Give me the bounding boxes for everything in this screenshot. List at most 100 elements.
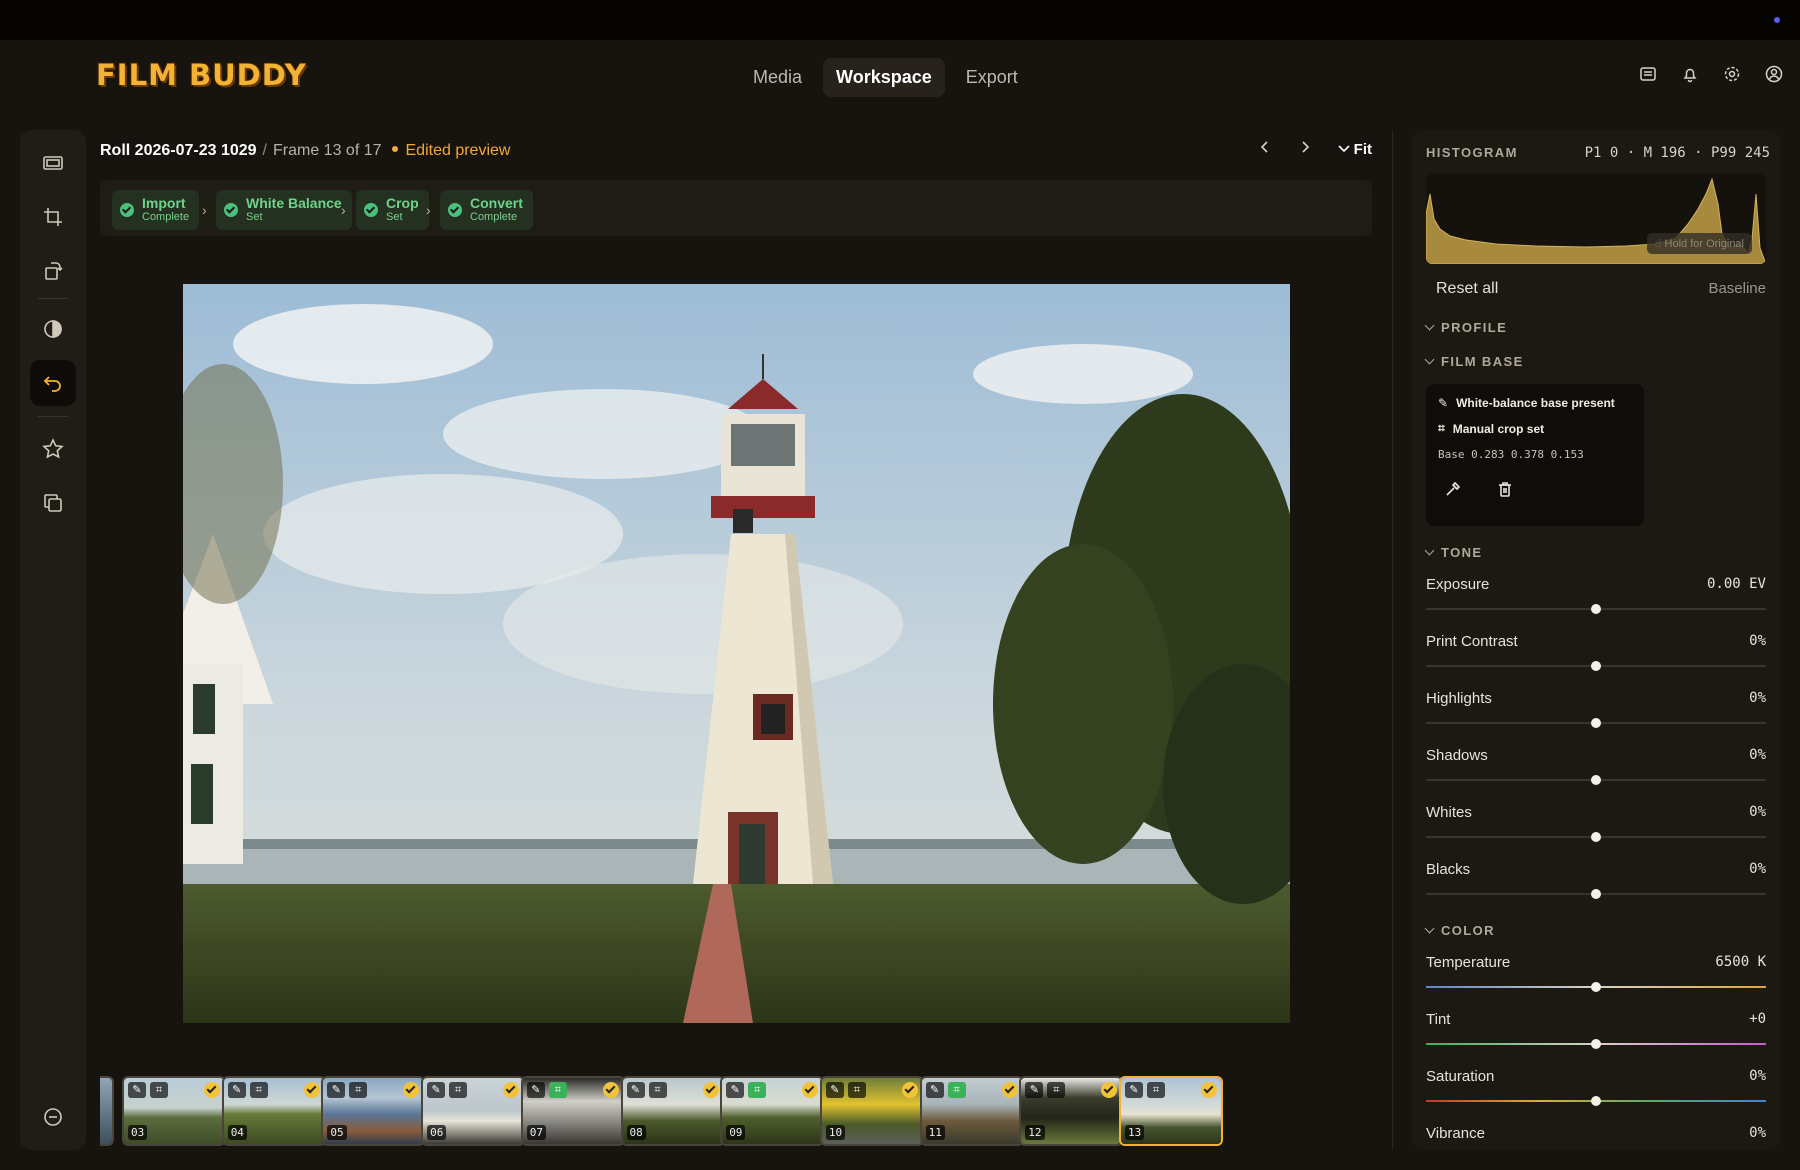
thumbnail-frame[interactable]: ✎ ⌗ 06 — [421, 1076, 526, 1146]
step-import[interactable]: Import Complete — [112, 190, 200, 230]
thumbnail-frame[interactable]: ✎ ⌗ 10 — [819, 1076, 924, 1146]
contrast-tool[interactable] — [30, 306, 76, 352]
check-icon[interactable] — [602, 1082, 619, 1098]
reset-all-button[interactable]: Reset all — [1436, 280, 1498, 298]
thumbnail-frame[interactable]: ✎ ⌗ 08 — [620, 1076, 725, 1146]
check-icon[interactable] — [503, 1082, 520, 1098]
tab-media[interactable]: Media — [740, 58, 815, 97]
thumbnail-frame[interactable]: ✎ ⌗ 13 — [1119, 1076, 1223, 1146]
copy-tool[interactable] — [30, 480, 76, 526]
notes-icon[interactable] — [1638, 64, 1658, 84]
pick-base-button[interactable] — [1444, 480, 1462, 503]
next-frame-button[interactable] — [1298, 140, 1312, 158]
check-icon[interactable] — [1001, 1082, 1018, 1098]
thumbnail-frame[interactable]: ✎ ⌗ 05 — [321, 1076, 426, 1146]
histogram[interactable]: ☝ Hold for Original — [1426, 174, 1766, 264]
check-icon — [224, 203, 238, 217]
breadcrumb: Roll 2026-07-23 1029 / Frame 13 of 17 Edite… — [100, 142, 510, 160]
slider-handle[interactable] — [1591, 832, 1601, 842]
crop-icon: ⌗ — [1438, 421, 1445, 435]
rotate-icon — [45, 262, 63, 280]
step-crop[interactable]: Crop Set — [356, 190, 429, 230]
frame-number: 10 — [825, 1125, 846, 1140]
crop-row: ⌗ Manual crop set — [1438, 421, 1544, 436]
main-nav: Media Workspace Export — [740, 58, 1031, 97]
delete-base-button[interactable] — [1496, 480, 1514, 503]
slider-handle[interactable] — [1591, 982, 1601, 992]
check-icon[interactable] — [702, 1082, 719, 1098]
section-label: TONE — [1441, 545, 1483, 560]
photo-preview[interactable] — [183, 284, 1290, 1023]
chevron-right-icon — [1301, 141, 1309, 153]
tab-export[interactable]: Export — [953, 58, 1031, 97]
slider-value: +0 — [1749, 1011, 1766, 1027]
section-tone[interactable]: TONE — [1426, 545, 1482, 560]
status-dot — [1774, 17, 1780, 23]
thumbnail-frame[interactable]: ✎ ⌗ 12 — [1019, 1076, 1124, 1146]
slider-handle[interactable] — [1591, 1096, 1601, 1106]
crop-tool[interactable] — [30, 194, 76, 240]
step-status: Complete — [142, 211, 190, 223]
prev-frame-button[interactable] — [1258, 140, 1272, 158]
step-white-balance[interactable]: White Balance Set — [216, 190, 352, 230]
undo-tool[interactable] — [30, 360, 76, 406]
frame-number: 04 — [227, 1125, 247, 1140]
thumbnail-frame[interactable]: ✎ ⌗ 03 — [122, 1076, 226, 1146]
base-values: Base 0.283 0.378 0.153 — [1438, 448, 1584, 461]
crop-badge-icon: ⌗ — [847, 1082, 866, 1098]
check-icon — [448, 203, 462, 217]
thumbnail-partial[interactable] — [100, 1076, 114, 1146]
zoom-select[interactable]: Fit — [1337, 140, 1372, 158]
star-tool[interactable] — [30, 426, 76, 472]
edited-status: Edited preview — [392, 142, 511, 159]
section-color[interactable]: COLOR — [1426, 923, 1495, 938]
slider-handle[interactable] — [1591, 718, 1601, 728]
thumbnail-frame[interactable]: ✎ ⌗ 11 — [919, 1076, 1024, 1146]
slider-handle[interactable] — [1591, 889, 1601, 899]
frames-tool[interactable] — [30, 140, 76, 186]
slider-handle[interactable] — [1591, 604, 1601, 614]
star-icon — [42, 438, 64, 459]
tool-sidebar — [20, 130, 86, 1150]
edit-badge-icon: ✎ — [427, 1082, 446, 1098]
tab-workspace[interactable]: Workspace — [823, 58, 945, 97]
slider-label: Vibrance — [1426, 1125, 1485, 1142]
rotate-tool[interactable] — [30, 248, 76, 294]
step-title: Import — [142, 195, 186, 211]
section-label: FILM BASE — [1441, 354, 1524, 369]
check-icon[interactable] — [204, 1082, 220, 1098]
check-icon[interactable] — [901, 1082, 918, 1098]
gear-icon[interactable] — [1722, 64, 1742, 84]
check-icon[interactable] — [1201, 1082, 1217, 1098]
minus-circle-icon — [44, 1108, 62, 1126]
hold-original-button[interactable]: ☝ Hold for Original — [1646, 233, 1752, 254]
slider-label: Highlights — [1426, 690, 1492, 707]
bell-icon[interactable] — [1680, 64, 1700, 84]
edit-badge-icon: ✎ — [128, 1082, 146, 1098]
pipette-icon — [1446, 481, 1461, 496]
slider-handle[interactable] — [1591, 775, 1601, 785]
slider-handle[interactable] — [1591, 661, 1601, 671]
thumbnail-frame[interactable]: ✎ ⌗ 09 — [720, 1076, 825, 1146]
frames-icon — [43, 156, 63, 170]
section-profile[interactable]: PROFILE — [1426, 320, 1507, 335]
step-title: White Balance — [246, 195, 342, 211]
section-label: COLOR — [1441, 923, 1495, 938]
chevron-right-icon: › — [202, 202, 207, 218]
check-icon[interactable] — [303, 1082, 320, 1098]
panel-divider — [1392, 130, 1393, 1150]
workspace-main: Roll 2026-07-23 1029 / Frame 13 of 17 Edite… — [86, 110, 1386, 1170]
thumbnail-frame[interactable]: ✎ ⌗ 07 — [520, 1076, 625, 1146]
slider-label: Saturation — [1426, 1068, 1495, 1085]
user-icon[interactable] — [1764, 64, 1784, 84]
collapse-tool[interactable] — [30, 1094, 76, 1140]
thumbnail-frame[interactable]: ✎ ⌗ 04 — [221, 1076, 326, 1146]
thumbnail-image — [100, 1078, 112, 1144]
step-convert[interactable]: Convert Complete — [440, 190, 533, 230]
baseline-button[interactable]: Baseline — [1708, 280, 1766, 297]
section-film-base[interactable]: FILM BASE — [1426, 354, 1524, 369]
roll-title[interactable]: Roll 2026-07-23 1029 — [100, 142, 257, 159]
zoom-value: Fit — [1353, 140, 1372, 158]
crop-badge-icon: ⌗ — [548, 1082, 567, 1098]
slider-handle[interactable] — [1591, 1039, 1601, 1049]
